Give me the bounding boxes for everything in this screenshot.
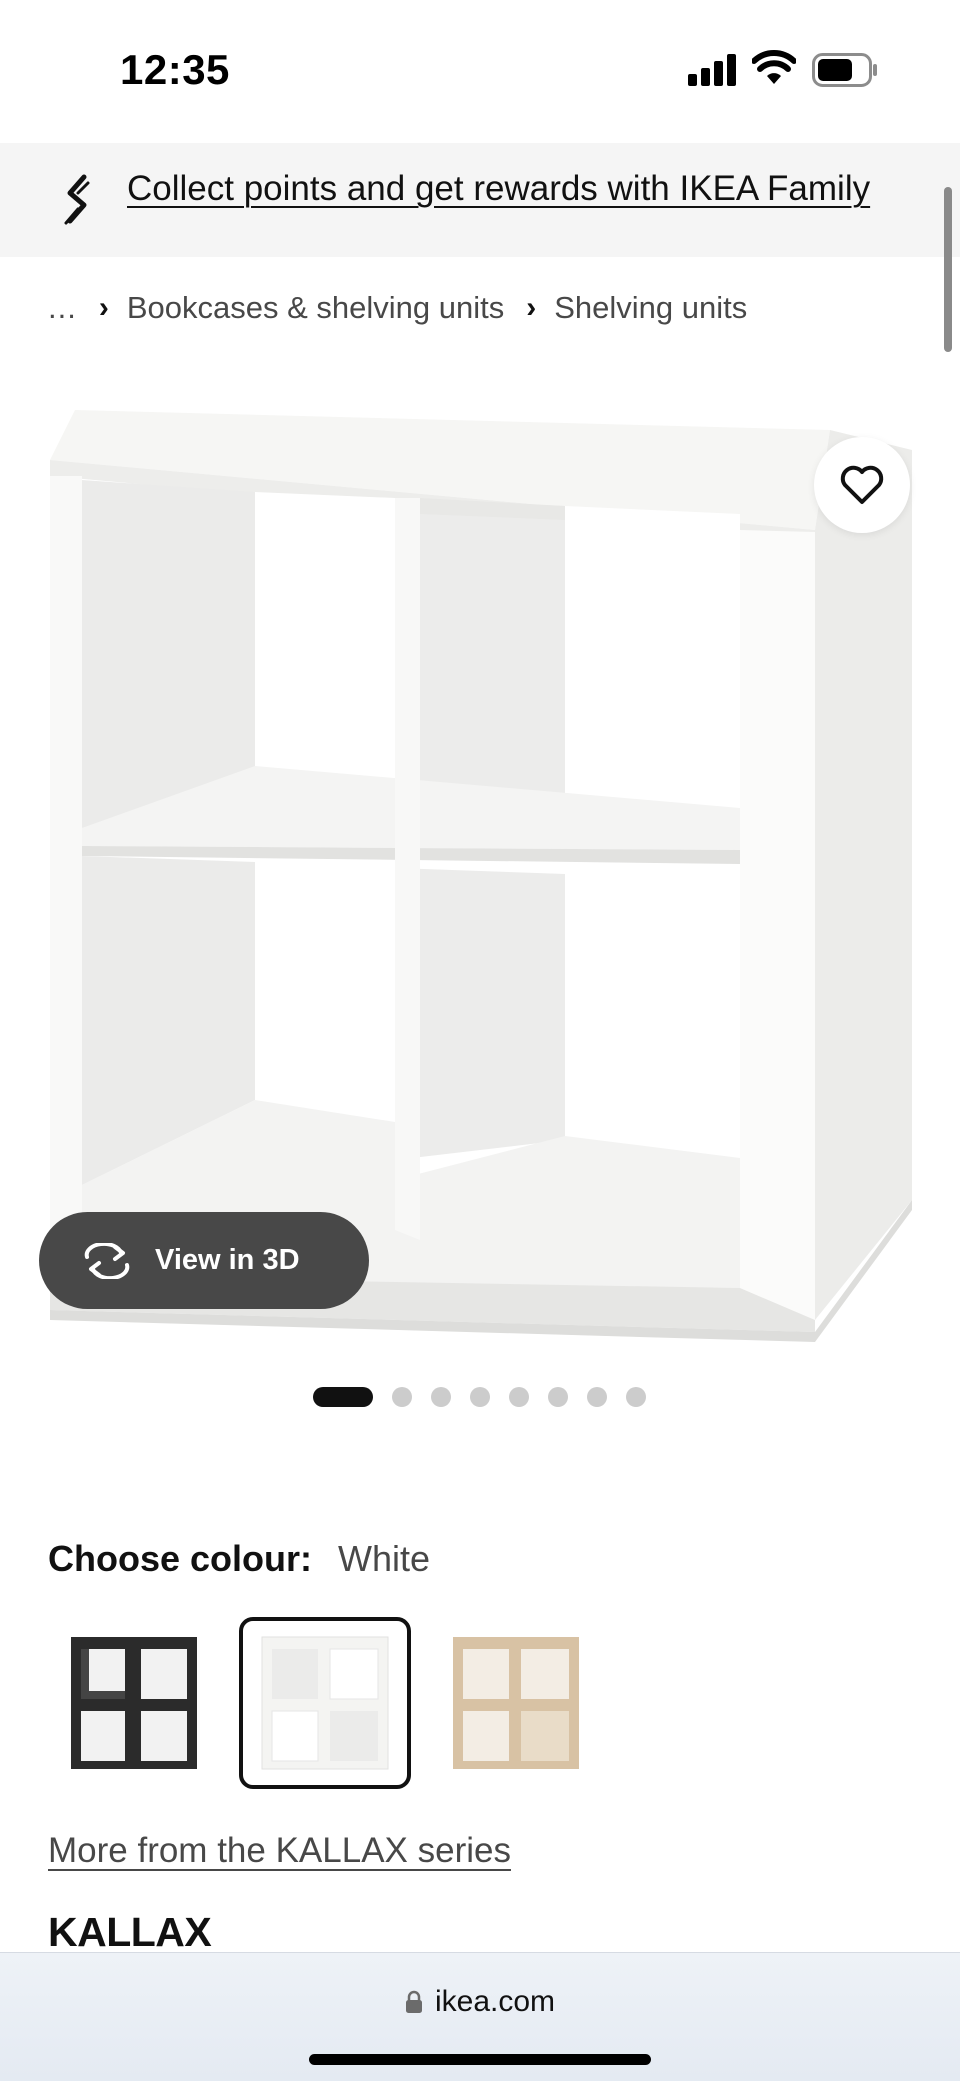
chevron-right-icon: › (98, 291, 109, 324)
colour-swatch-black-brown[interactable] (48, 1617, 220, 1789)
colour-label: Choose colour: (48, 1538, 313, 1579)
colour-swatch-white[interactable] (239, 1617, 411, 1789)
lock-icon (405, 1990, 422, 2013)
carousel-dot-6[interactable] (548, 1387, 568, 1407)
carousel-dot-7[interactable] (587, 1387, 607, 1407)
add-to-favourites-button[interactable] (814, 437, 910, 533)
colour-chooser: Choose colour: White (48, 1538, 430, 1580)
url-text[interactable]: ikea.com (435, 1985, 555, 2019)
swatch-image (261, 1636, 389, 1770)
rotate-3d-icon (84, 1242, 130, 1279)
carousel-dot-5[interactable] (509, 1387, 529, 1407)
breadcrumb: ... › Bookcases & shelving units › Shelv… (48, 288, 747, 328)
heart-icon (840, 465, 884, 504)
swatch-image (453, 1637, 579, 1769)
breadcrumb-shelving-units[interactable]: Shelving units (554, 290, 747, 326)
kallax-series-link[interactable]: More from the KALLAX series (48, 1831, 511, 1871)
breadcrumb-bookcases[interactable]: Bookcases & shelving units (127, 290, 504, 326)
carousel-dots (313, 1386, 665, 1408)
home-indicator[interactable] (309, 2054, 651, 2065)
signal-icon (688, 54, 738, 86)
carousel-dot-1[interactable] (313, 1387, 373, 1407)
carousel-dot-4[interactable] (470, 1387, 490, 1407)
swatch-image (71, 1637, 197, 1769)
status-bar: 12:35 (0, 0, 960, 143)
selected-colour: White (338, 1538, 431, 1579)
colour-swatch-oak[interactable] (430, 1617, 602, 1789)
breadcrumb-ellipsis[interactable]: ... (48, 290, 77, 326)
status-time: 12:35 (120, 46, 230, 93)
carousel-dot-8[interactable] (626, 1387, 646, 1407)
browser-address-bar[interactable]: ikea.com (0, 1952, 960, 2081)
ikea-family-banner: Collect points and get rewards with IKEA… (0, 143, 960, 257)
carousel-dot-2[interactable] (392, 1387, 412, 1407)
view-in-3d-button[interactable]: View in 3D (39, 1212, 369, 1309)
ikea-family-link[interactable]: Collect points and get rewards with IKEA… (127, 169, 870, 209)
carousel-dot-3[interactable] (431, 1387, 451, 1407)
view-in-3d-label: View in 3D (155, 1244, 300, 1276)
wifi-icon (752, 50, 796, 84)
battery-icon (812, 53, 877, 87)
ikea-family-icon (64, 174, 90, 225)
product-name: KALLAX (48, 1909, 212, 1955)
chevron-right-icon: › (526, 291, 537, 324)
scrollbar[interactable] (944, 187, 952, 352)
